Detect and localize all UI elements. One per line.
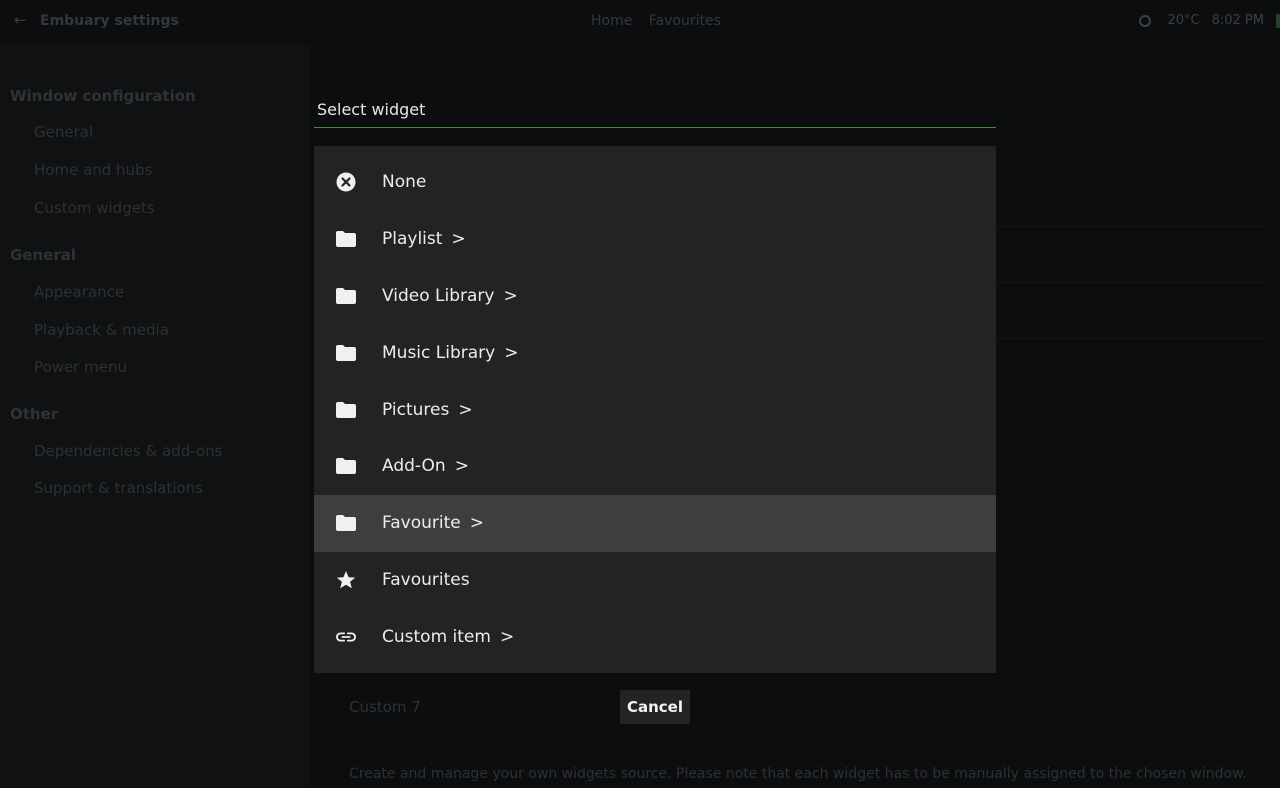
page: ← Embuary settings Home Favourites 20°C … [0, 0, 1280, 788]
list-item-label: Video Library > [382, 286, 518, 306]
dialog-header: Select widget [314, 94, 996, 128]
widgets-help-text: Create and manage your own widgets sourc… [349, 766, 1247, 782]
cancel-button[interactable]: Cancel [620, 690, 690, 724]
temperature-readout: 20°C [1167, 13, 1200, 28]
custom-widget-row[interactable]: Custom 7 [349, 698, 421, 716]
list-item-label: Favourites [382, 570, 470, 590]
widget-option-custom-item[interactable]: Custom item > [314, 609, 996, 666]
sidebar-item-custom-widgets[interactable]: Custom widgets [34, 199, 155, 217]
list-item-label: Add-On > [382, 456, 469, 476]
list-item-label: Music Library > [382, 343, 519, 363]
widget-option-none[interactable]: None [314, 154, 996, 211]
widget-list: None Playlist > Video Library > Music Libr… [314, 146, 996, 673]
sidebar-item-playback-media[interactable]: Playback & media [34, 321, 169, 339]
window-title: Embuary settings [40, 13, 179, 29]
sidebar-item-home-and-hubs[interactable]: Home and hubs [34, 161, 152, 179]
close-circle-icon [336, 172, 356, 192]
sidebar-item-general[interactable]: General [34, 123, 93, 141]
folder-icon [336, 229, 356, 249]
edge-accent-icon [1276, 13, 1280, 28]
sidebar-group-general: General [10, 246, 76, 264]
sidebar-item-support[interactable]: Support & translations [34, 479, 203, 497]
link-icon [336, 627, 356, 647]
folder-icon [336, 286, 356, 306]
settings-sidebar: Window configuration General Home and hu… [0, 44, 310, 788]
sidebar-item-power-menu[interactable]: Power menu [34, 358, 127, 376]
sidebar-item-appearance[interactable]: Appearance [34, 283, 124, 301]
clock-readout: 8:02 PM [1211, 13, 1264, 28]
status-area: 20°C 8:02 PM [1139, 13, 1280, 28]
sidebar-group-window-configuration: Window configuration [10, 87, 196, 105]
breadcrumb-home[interactable]: Home [591, 13, 632, 29]
dialog-title: Select widget [317, 100, 426, 119]
sidebar-item-dependencies[interactable]: Dependencies & add-ons [34, 442, 222, 460]
breadcrumb-favourites: Favourites [648, 13, 721, 29]
back-arrow-icon[interactable]: ← [14, 11, 27, 29]
list-item-label: Playlist > [382, 229, 466, 249]
folder-icon [336, 400, 356, 420]
widget-option-video-library[interactable]: Video Library > [314, 268, 996, 325]
breadcrumb: Home Favourites [591, 13, 733, 29]
widget-option-favourite[interactable]: Favourite > [314, 495, 996, 552]
widget-option-add-on[interactable]: Add-On > [314, 438, 996, 495]
sidebar-group-other: Other [10, 405, 59, 423]
folder-icon [336, 456, 356, 476]
search-icon[interactable] [1139, 14, 1152, 27]
star-icon [336, 570, 356, 590]
list-item-label: Favourite > [382, 513, 484, 533]
list-item-label: Custom item > [382, 627, 515, 647]
list-item-label: Pictures > [382, 400, 473, 420]
widget-option-favourites[interactable]: Favourites [314, 552, 996, 609]
widget-option-music-library[interactable]: Music Library > [314, 325, 996, 382]
widget-option-playlist[interactable]: Playlist > [314, 211, 996, 268]
widget-option-pictures[interactable]: Pictures > [314, 382, 996, 439]
top-bar: ← Embuary settings Home Favourites 20°C … [0, 0, 1280, 44]
folder-icon [336, 513, 356, 533]
folder-icon [336, 343, 356, 363]
list-item-label: None [382, 172, 427, 192]
